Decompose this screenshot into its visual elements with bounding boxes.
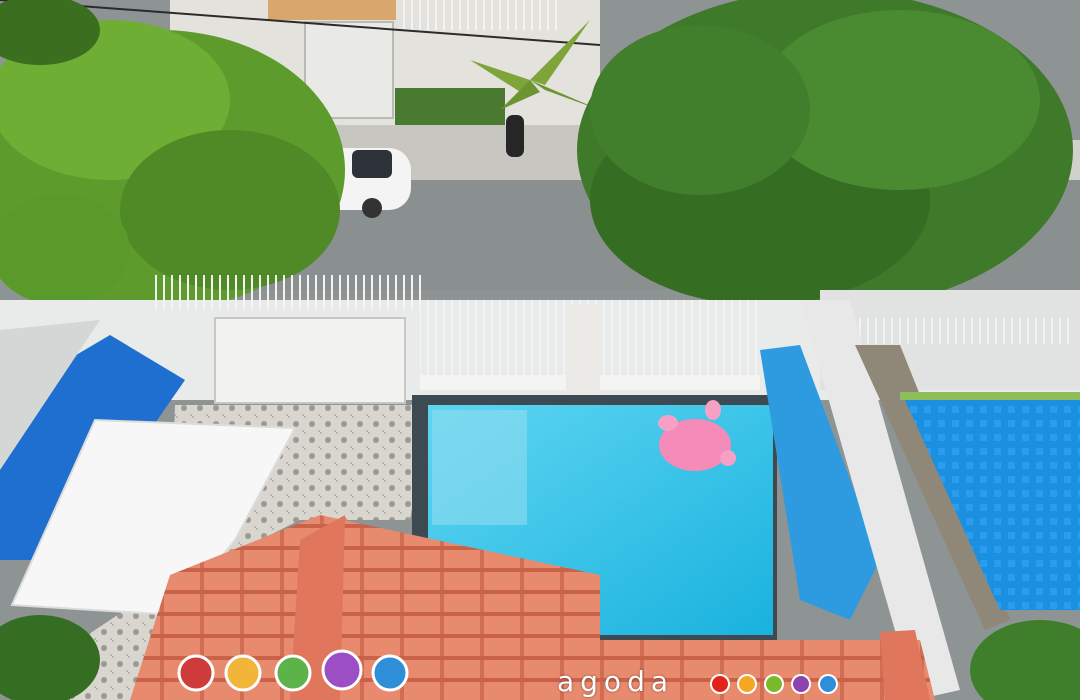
emblem-red-icon	[177, 654, 215, 692]
emblem-yellow-icon	[224, 654, 262, 692]
emblem-purple-icon	[321, 649, 363, 691]
neighbor-lawn	[900, 392, 1080, 400]
watermark-dot-orange	[737, 674, 757, 694]
hedge	[395, 88, 505, 126]
aerial-villa-photo	[0, 0, 1080, 700]
gate-railing-top	[150, 275, 425, 310]
fence-pillar	[566, 305, 600, 395]
emblem-blue-icon	[371, 654, 409, 692]
neighbor-railing	[840, 318, 1070, 344]
photo-scene: agoda	[0, 0, 1080, 700]
watermark-dot-purple	[791, 674, 811, 694]
agoda-watermark-dots	[710, 674, 838, 694]
emblem-green-icon	[274, 654, 312, 692]
watermark-dot-blue	[818, 674, 838, 694]
pool-steps	[432, 410, 527, 525]
building-roof-strip	[268, 0, 396, 20]
balcony-railing	[398, 0, 563, 30]
motorbike	[506, 115, 524, 157]
watermark-dot-green	[764, 674, 784, 694]
watermark-dot-red	[710, 674, 730, 694]
agoda-watermark-text: agoda	[557, 665, 674, 698]
tree-right	[577, 0, 1073, 310]
front-gate	[214, 317, 406, 404]
